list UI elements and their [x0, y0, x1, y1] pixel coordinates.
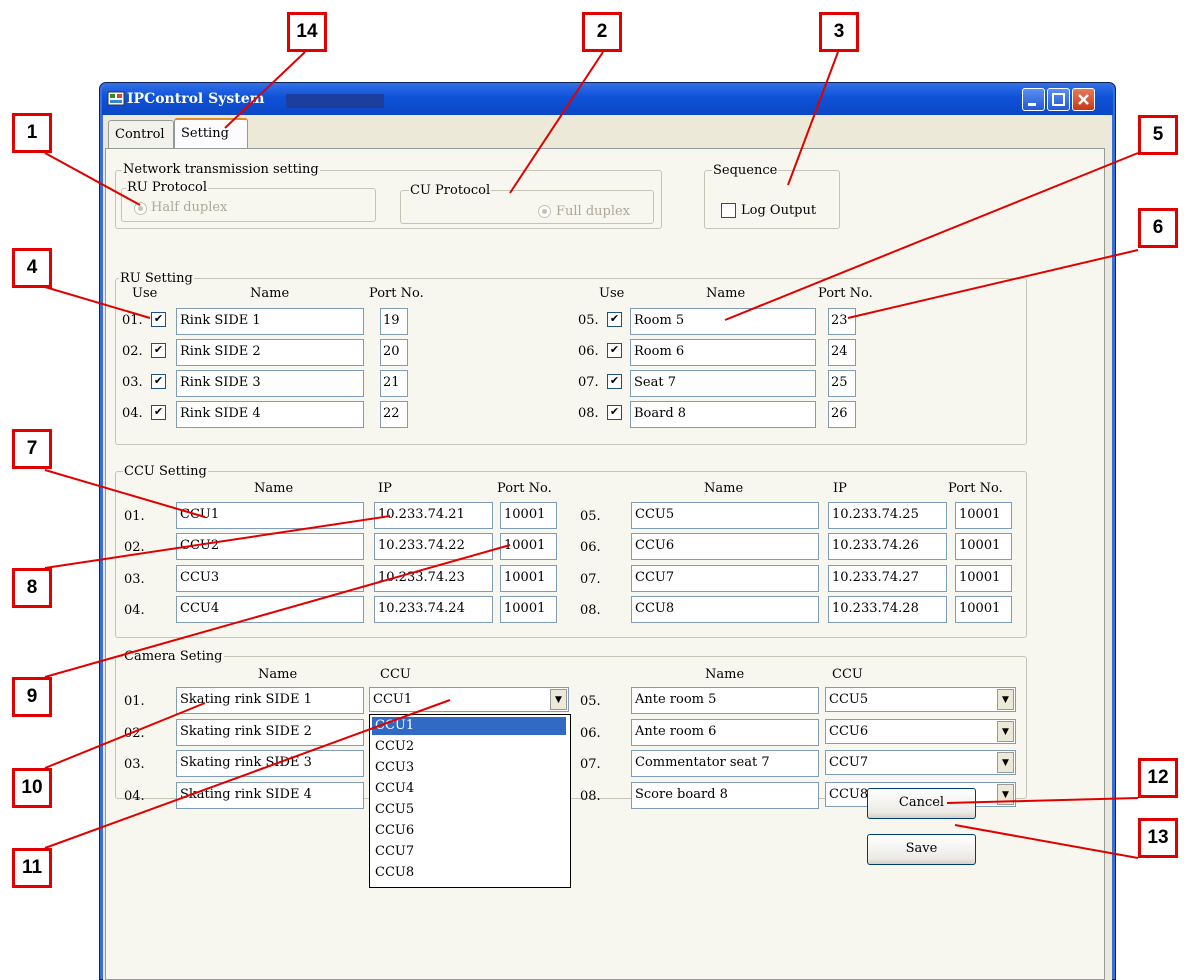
- callout-2: 2: [582, 12, 622, 52]
- callout-line-1: [44, 152, 141, 206]
- callout-line-6: [847, 249, 1139, 319]
- callout-line-9: [44, 544, 511, 678]
- callout-line-12: [946, 797, 1139, 804]
- callout-line-11: [44, 699, 451, 849]
- callout-8: 8: [12, 568, 52, 608]
- callout-line-8: [44, 515, 391, 569]
- callout-line-10: [44, 702, 206, 769]
- callout-3: 3: [819, 12, 859, 52]
- callout-line-3: [787, 51, 839, 186]
- callout-lines: [44, 51, 1139, 859]
- callout-line-7: [44, 469, 206, 518]
- callout-line-5: [724, 152, 1139, 321]
- callout-5: 5: [1138, 115, 1178, 155]
- callout-line-2: [509, 51, 604, 194]
- callout-10: 10: [12, 768, 52, 808]
- callout-1: 1: [12, 113, 52, 153]
- callout-9: 9: [12, 677, 52, 717]
- callout-line-4: [44, 286, 151, 319]
- callout-13: 13: [1138, 818, 1178, 858]
- callout-4: 4: [12, 248, 52, 288]
- callout-line-14: [224, 51, 306, 129]
- callout-7: 7: [12, 429, 52, 469]
- callout-line-13: [954, 824, 1139, 859]
- callout-14: 14: [287, 12, 327, 52]
- callout-6: 6: [1138, 208, 1178, 248]
- callout-11: 11: [12, 848, 52, 888]
- callout-12: 12: [1138, 758, 1178, 798]
